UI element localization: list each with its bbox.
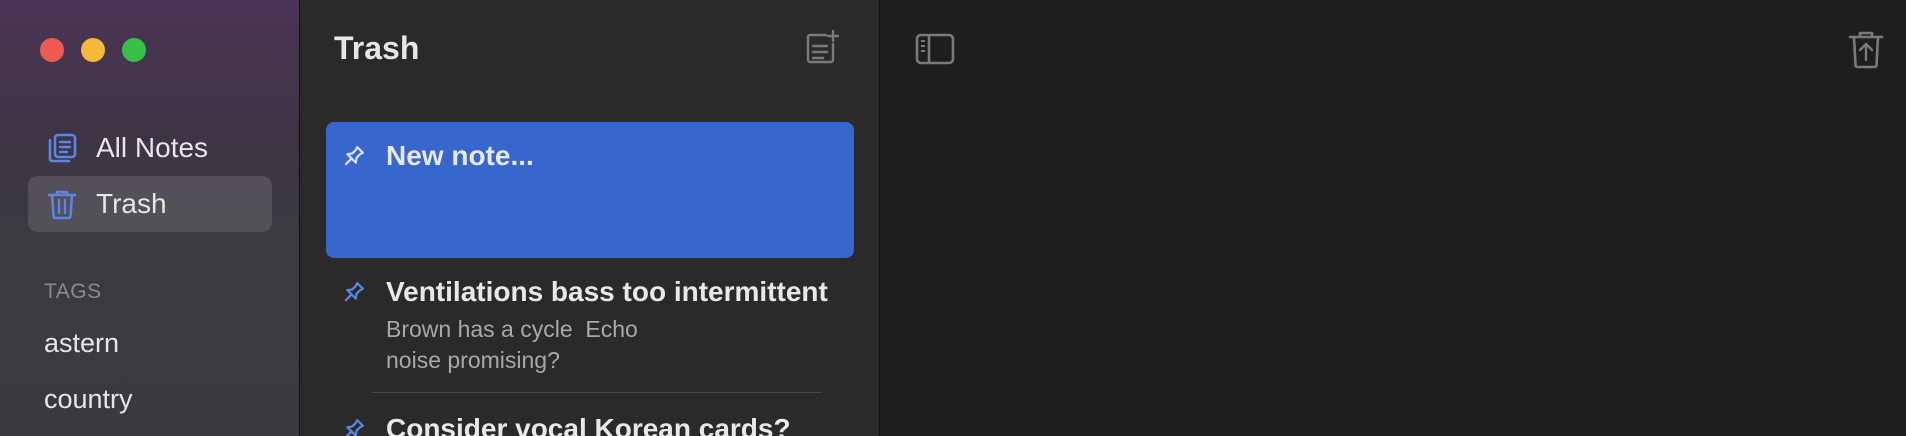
note-list-item[interactable]: New note... [326,122,854,258]
pin-icon [344,419,364,436]
sidebar-item-label: Trash [96,188,167,219]
minimize-window-button[interactable] [81,38,105,62]
sidebar-item-trash[interactable]: Trash [28,176,272,232]
new-note-icon [803,29,841,72]
editor-pane [880,0,1906,436]
pin-icon [344,282,364,302]
note-list-panel: Trash New note... Ventilations bass too … [300,0,880,436]
note-title: New note... [386,140,534,171]
zoom-window-button[interactable] [122,38,146,62]
sidebar-tag-country[interactable]: country [44,384,133,415]
trash-icon [46,188,78,220]
note-list-item[interactable]: Ventilations bass too intermittent Brown… [326,258,854,376]
new-note-button[interactable] [802,29,842,72]
all-notes-icon [46,132,78,164]
note-snippet: Brown has a cycle Echo noise promising? [386,316,638,373]
close-window-button[interactable] [40,38,64,62]
sidebar-item-all-notes[interactable]: All Notes [28,120,272,176]
note-title: Consider vocal Korean cards? [386,413,791,436]
note-divider [372,392,822,393]
note-title: Ventilations bass too intermittent [386,276,828,307]
sidebar-tag-astern[interactable]: astern [44,328,119,359]
notes-app-window: All Notes Trash TAGS astern country Tras… [0,0,1906,436]
note-list-item[interactable]: Consider vocal Korean cards? [326,395,854,436]
sidebar: All Notes Trash TAGS astern country [0,0,300,436]
sidebar-item-label: All Notes [96,132,209,163]
restore-note-button[interactable] [1846,28,1886,70]
tags-section-header: TAGS [44,280,102,303]
toggle-sidebar-button[interactable] [914,30,956,68]
sidebar-toggle-icon [915,33,955,65]
window-controls [40,38,146,62]
pin-icon [344,146,364,166]
restore-from-trash-icon [1848,31,1884,69]
note-list-title: Trash [334,30,420,66]
